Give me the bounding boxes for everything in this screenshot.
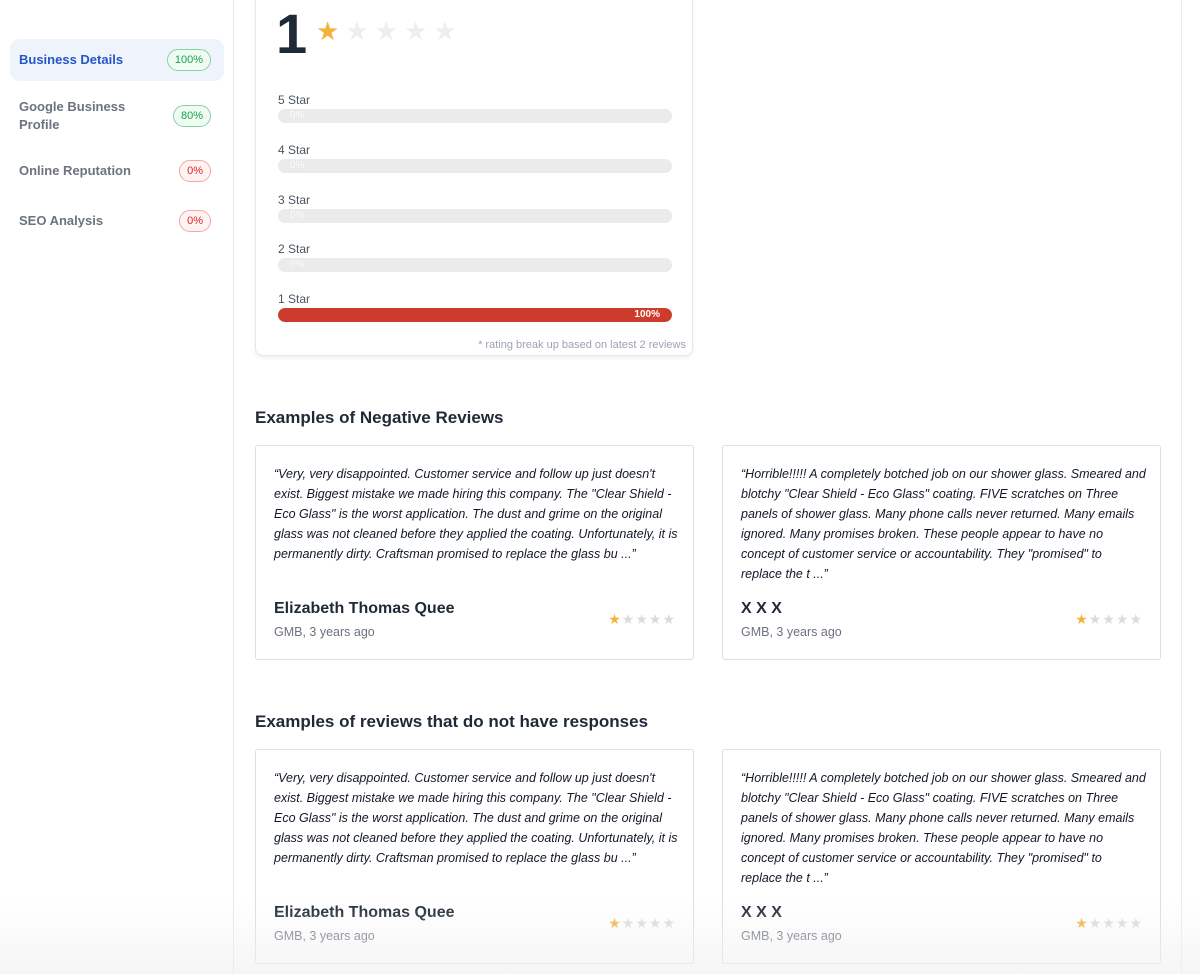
rating-bar-fill [278, 308, 672, 322]
star-empty-icon: ★ [662, 915, 675, 931]
review-source-date: GMB, 3 years ago [741, 929, 842, 943]
review-text: “Very, very disappointed. Customer servi… [274, 771, 678, 865]
star-empty-icon: ★ [433, 16, 457, 46]
star-empty-icon: ★ [403, 16, 428, 46]
page: Business Details 100% Google Business Pr… [0, 0, 1200, 974]
star-empty-icon: ★ [621, 611, 635, 627]
sidebar-item-label: Google Business Profile [19, 99, 126, 132]
progress-badge: 100% [166, 49, 211, 71]
review-stars: ★ ★ ★ ★ ★ [608, 916, 675, 930]
reviewer-name: X X X [741, 904, 782, 921]
star-filled-icon: ★ [316, 16, 340, 46]
sidebar-item-label: Online Reputation [19, 163, 131, 178]
star-filled-icon: ★ [1075, 611, 1088, 627]
progress-badge: 0% [179, 160, 211, 182]
rating-bar-1-star: 1 Star 100% [278, 292, 672, 322]
sidebar-item-label: Business Details [19, 52, 124, 67]
star-empty-icon: ★ [662, 611, 675, 627]
review-source-date: GMB, 3 years ago [274, 929, 375, 943]
review-stars: ★ ★ ★ ★ ★ [1075, 612, 1142, 626]
star-empty-icon: ★ [1102, 915, 1115, 931]
progress-badge: 80% [172, 105, 211, 127]
rating-bar-label: 2 Star [278, 242, 311, 256]
rating-bar-label: 1 Star [278, 292, 311, 306]
star-empty-icon: ★ [1088, 915, 1102, 931]
rating-bar-track: 0% [278, 258, 672, 272]
content-border [1181, 0, 1182, 974]
rating-bar-2-star: 2 Star 0% [278, 242, 672, 272]
rating-bar-track: 0% [278, 209, 672, 223]
negative-reviews-title: Examples of Negative Reviews [255, 408, 504, 427]
star-empty-icon: ★ [345, 16, 369, 46]
review-card: “Very, very disappointed. Customer servi… [255, 445, 694, 660]
rating-bar-label: 5 Star [278, 93, 311, 107]
star-empty-icon: ★ [1129, 611, 1142, 627]
star-empty-icon: ★ [1115, 915, 1129, 931]
rating-stars: ★ ★ ★ ★ ★ [316, 18, 457, 44]
review-card: “Horrible!!!!! A completely botched job … [722, 445, 1161, 660]
review-card: “Horrible!!!!! A completely botched job … [722, 749, 1161, 964]
star-empty-icon: ★ [648, 915, 662, 931]
average-rating-value: 1 [276, 2, 308, 65]
star-empty-icon: ★ [648, 611, 662, 627]
rating-bar-label: 4 Star [278, 143, 311, 157]
rating-bar-label: 3 Star [278, 193, 311, 207]
review-stars: ★ ★ ★ ★ ★ [608, 612, 675, 626]
star-empty-icon: ★ [635, 915, 648, 931]
review-card: “Very, very disappointed. Customer servi… [255, 749, 694, 964]
star-empty-icon: ★ [635, 611, 648, 627]
reviewer-name: X X X [741, 600, 782, 617]
review-text: “Horrible!!!!! A completely botched job … [741, 467, 1146, 581]
rating-bar-percent: 100% [634, 309, 660, 320]
star-empty-icon: ★ [621, 915, 635, 931]
sidebar-item-google-business-profile[interactable]: Google Business Profile 80% [10, 96, 224, 136]
review-text: “Horrible!!!!! A completely botched job … [741, 771, 1146, 885]
rating-breakdown-card: 1 ★ ★ ★ ★ ★ 5 Star 0% 4 Star 0% 3 Star 0… [255, 0, 693, 356]
sidebar: Business Details 100% Google Business Pr… [0, 0, 234, 974]
reviewer-name: Elizabeth Thomas Quee [274, 600, 455, 617]
star-empty-icon: ★ [1102, 611, 1115, 627]
review-text: “Very, very disappointed. Customer servi… [274, 467, 678, 561]
rating-bar-track: 100% [278, 308, 672, 322]
star-empty-icon: ★ [1129, 915, 1142, 931]
sidebar-item-business-details[interactable]: Business Details 100% [10, 39, 224, 81]
star-filled-icon: ★ [608, 611, 621, 627]
rating-bar-4-star: 4 Star 0% [278, 143, 672, 173]
rating-bar-percent: 0% [290, 259, 305, 270]
review-source-date: GMB, 3 years ago [741, 625, 842, 639]
star-empty-icon: ★ [1088, 611, 1102, 627]
star-empty-icon: ★ [374, 16, 398, 46]
rating-bar-percent: 0% [290, 160, 305, 171]
rating-bar-percent: 0% [290, 110, 305, 121]
rating-footnote: * rating break up based on latest 2 revi… [478, 339, 686, 351]
no-response-reviews-title: Examples of reviews that do not have res… [255, 712, 649, 731]
review-source-date: GMB, 3 years ago [274, 625, 375, 639]
sidebar-item-label: SEO Analysis [19, 213, 104, 228]
star-filled-icon: ★ [608, 915, 621, 931]
rating-bar-5-star: 5 Star 0% [278, 93, 672, 123]
reviewer-name: Elizabeth Thomas Quee [274, 904, 455, 921]
rating-bar-3-star: 3 Star 0% [278, 193, 672, 223]
sidebar-item-seo-analysis[interactable]: SEO Analysis 0% [10, 208, 224, 234]
star-empty-icon: ★ [1115, 611, 1129, 627]
rating-bar-track: 0% [278, 109, 672, 123]
review-stars: ★ ★ ★ ★ ★ [1075, 916, 1142, 930]
star-filled-icon: ★ [1075, 915, 1088, 931]
sidebar-item-online-reputation[interactable]: Online Reputation 0% [10, 158, 224, 184]
progress-badge: 0% [179, 210, 211, 232]
rating-bar-percent: 0% [290, 210, 305, 221]
rating-bar-track: 0% [278, 159, 672, 173]
